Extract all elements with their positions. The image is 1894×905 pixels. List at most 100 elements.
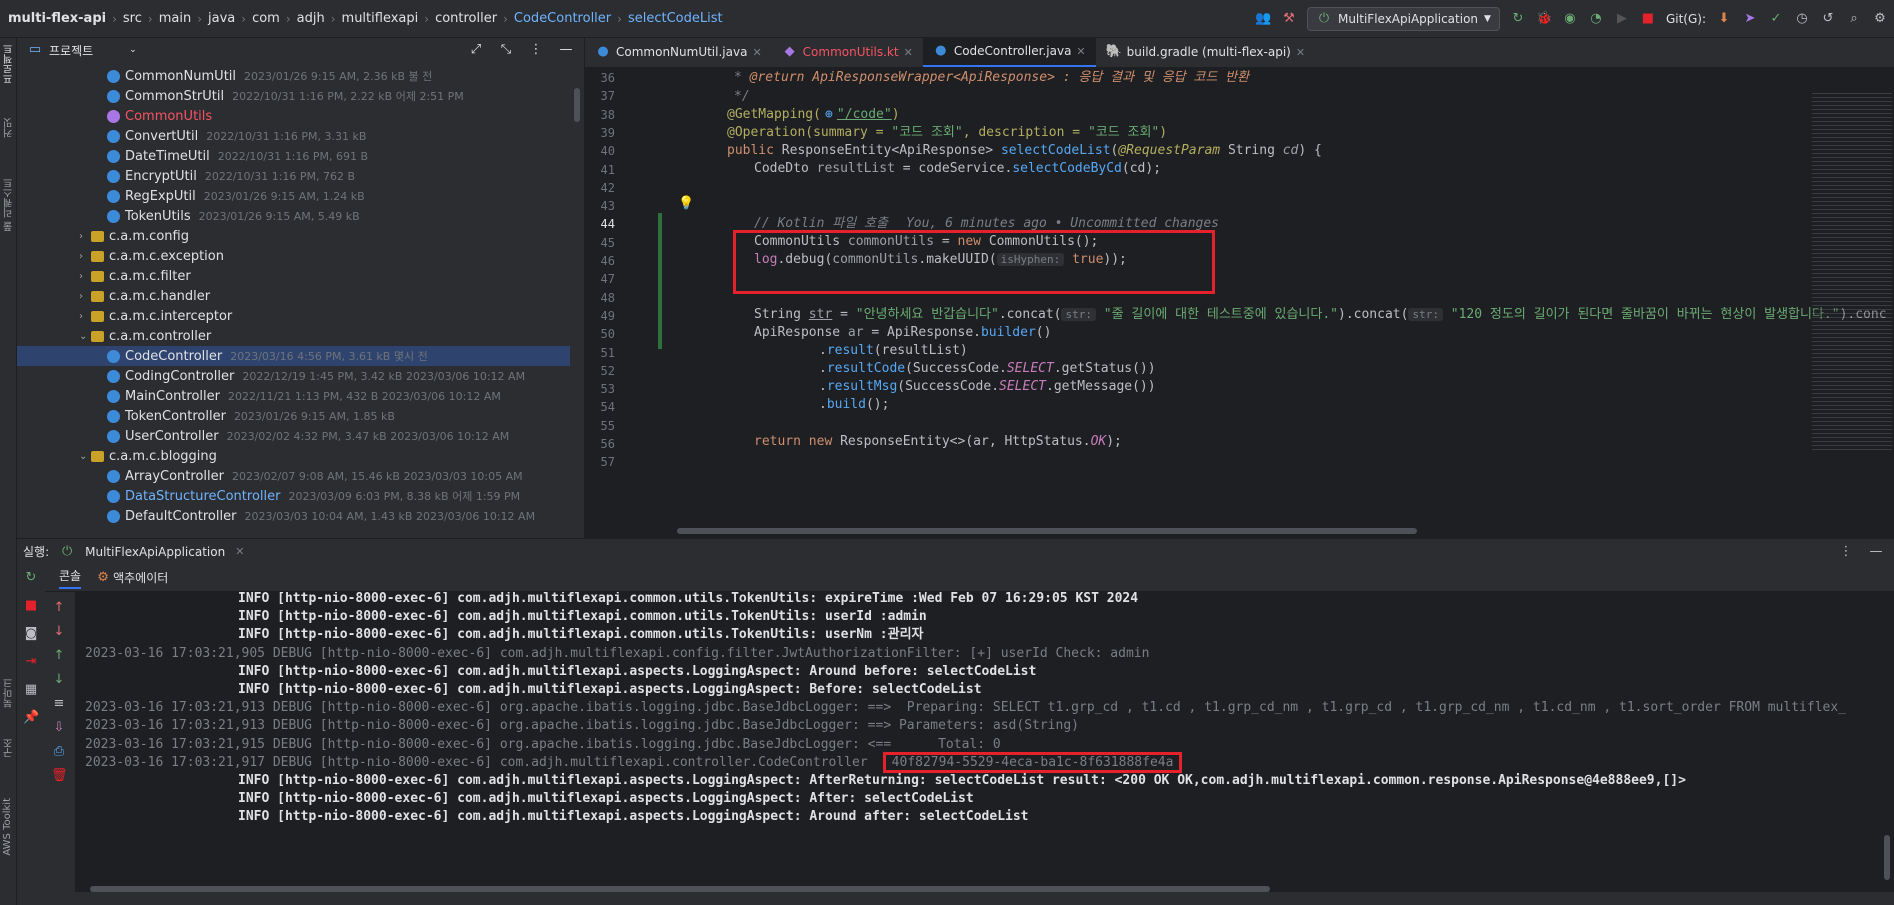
tree-item[interactable]: › c.a.m.c.handler (17, 286, 570, 306)
tree-item[interactable]: CodingController 2022/12/19 1:45 PM, 3.42… (17, 366, 570, 386)
stop-icon[interactable]: ■ (23, 598, 39, 614)
tree-item[interactable]: ⌄ c.a.m.controller (17, 326, 570, 346)
down-arrow-icon[interactable]: ↓ (51, 624, 67, 640)
console-tab[interactable]: 콘솔 (59, 567, 82, 589)
tree-item[interactable]: UserController 2023/02/02 4:32 PM, 3.47 k… (17, 426, 570, 446)
git-commit-icon[interactable]: ✓ (1768, 11, 1784, 27)
tree-item[interactable]: ArrayController 2023/02/07 9:08 AM, 15.46… (17, 466, 570, 486)
chevron-down-icon[interactable]: ⌄ (79, 331, 91, 342)
tree-item[interactable]: MainController 2022/11/21 1:13 PM, 432 B … (17, 386, 570, 406)
more-options-icon[interactable]: ⋮ (528, 42, 544, 58)
trash-icon[interactable]: 🗑 (51, 768, 68, 784)
expand-all-icon[interactable]: ⤢ (468, 42, 484, 58)
chevron-right-icon[interactable]: › (79, 291, 91, 302)
breadcrumb-item[interactable]: src (123, 11, 142, 26)
close-tab-icon[interactable]: ✕ (904, 46, 913, 59)
tree-item[interactable]: CommonStrUtil 2022/10/31 1:16 PM, 2.22 kB… (17, 86, 570, 106)
console-output[interactable]: INFO [http-nio-8000-exec-6] com.adjh.mul… (75, 592, 1878, 892)
tree-item[interactable]: DefaultController 2023/03/03 10:04 AM, 1.… (17, 506, 570, 526)
minimize-icon[interactable]: — (558, 42, 574, 58)
run-configuration-select[interactable]: ⏻ MultiFlexApiApplication ▼ (1306, 7, 1500, 31)
history-icon[interactable]: ◷ (1794, 11, 1810, 27)
tree-item[interactable]: CodeController 2023/03/16 4:56 PM, 3.61 k… (17, 346, 570, 366)
commit-tool-button[interactable]: 커밋 (2, 118, 17, 138)
settings-icon[interactable]: ⚙ (1872, 11, 1888, 27)
chevron-down-icon[interactable]: ⌄ (129, 45, 137, 55)
close-icon[interactable]: ✕ (235, 545, 244, 558)
project-panel-title[interactable]: 프로젝트 (49, 42, 93, 59)
tree-item[interactable]: › c.a.m.c.interceptor (17, 306, 570, 326)
chevron-right-icon[interactable]: › (79, 231, 91, 242)
minimize-icon[interactable]: — (1868, 544, 1884, 560)
run-tab-application[interactable]: MultiFlexApiApplication (85, 545, 225, 559)
tree-item[interactable]: › c.a.m.config (17, 226, 570, 246)
breadcrumb-item[interactable]: java (208, 11, 235, 26)
scroll-to-end-icon[interactable]: ⇩ (51, 720, 67, 736)
coverage-icon[interactable]: ◉ (1562, 11, 1578, 27)
layout-icon[interactable]: ▦ (23, 682, 39, 698)
tree-item[interactable]: ⌄ c.a.m.c.blogging (17, 446, 570, 466)
lightbulb-icon[interactable]: 💡 (678, 196, 694, 212)
hammer-icon[interactable]: ⚒ (1281, 11, 1297, 27)
tree-item[interactable]: RegExpUtil 2023/01/26 9:15 AM, 1.24 kB (17, 186, 570, 206)
up-arrow-icon[interactable]: ↑ (51, 600, 67, 616)
breadcrumb-item[interactable]: adjh (297, 11, 325, 26)
editor-tab[interactable]: ● CommonNumUtil.java ✕ (585, 38, 772, 67)
editor-tab[interactable]: ● CodeController.java ✕ (922, 38, 1096, 67)
editor-tab[interactable]: 🐘 build.gradle (multi-flex-api) ✕ (1096, 38, 1315, 67)
actuator-tab[interactable]: 액추에이터 (113, 569, 168, 586)
structure-tool-button[interactable]: 구조 (2, 738, 17, 758)
search-icon[interactable]: ⌕ (1846, 11, 1862, 27)
breadcrumb-item[interactable]: multi-flex-api (8, 11, 106, 26)
console-vertical-scrollbar[interactable] (1884, 835, 1890, 880)
rerun-icon[interactable]: ↻ (23, 570, 39, 586)
breadcrumb-item[interactable]: controller (435, 11, 497, 26)
users-icon[interactable]: 👥 (1255, 11, 1271, 27)
stop-icon[interactable]: ■ (1640, 11, 1656, 27)
chevron-down-icon[interactable]: ⌄ (79, 451, 91, 462)
breadcrumb-item[interactable]: main (159, 11, 191, 26)
profile-icon[interactable]: ◔ (1588, 11, 1604, 27)
close-tab-icon[interactable]: ✕ (1296, 46, 1305, 59)
breadcrumb-item[interactable]: CodeController (514, 11, 611, 26)
up-stack-icon[interactable]: ↑ (51, 648, 67, 664)
pin-icon[interactable]: 📌 (23, 710, 39, 726)
tree-item[interactable]: TokenUtils 2023/01/26 9:15 AM, 5.49 kB (17, 206, 570, 226)
aws-toolkit-tool-button[interactable]: AWS Toolkit (2, 798, 13, 856)
collapse-all-icon[interactable]: ⤡ (498, 42, 514, 58)
breadcrumb-item[interactable]: selectCodeList (628, 11, 723, 26)
tree-item[interactable]: CommonUtils (17, 106, 570, 126)
tree-item[interactable]: CommonNumUtil 2023/01/26 9:15 AM, 2.36 kB… (17, 66, 570, 86)
camera-icon[interactable]: ◙ (23, 626, 39, 642)
print-icon[interactable]: ⎙ (51, 744, 67, 760)
breadcrumb-item[interactable]: multiflexapi (342, 11, 419, 26)
exit-icon[interactable]: ⇥ (23, 654, 39, 670)
editor-horizontal-scrollbar[interactable] (677, 528, 1417, 534)
more-options-icon[interactable]: ⋮ (1838, 544, 1854, 560)
chevron-right-icon[interactable]: › (79, 311, 91, 322)
chevron-right-icon[interactable]: › (79, 251, 91, 262)
tree-item[interactable]: › c.a.m.c.exception (17, 246, 570, 266)
rollback-icon[interactable]: ↺ (1820, 11, 1836, 27)
editor-tab[interactable]: ◆ CommonUtils.kt ✕ (772, 38, 923, 67)
tree-item[interactable]: ConvertUtil 2022/10/31 1:16 PM, 3.31 kB (17, 126, 570, 146)
debug-icon[interactable]: 🐞 (1536, 11, 1552, 27)
project-tool-button[interactable]: 프로젝트 (2, 44, 17, 84)
inspection-widget[interactable]: ⚠ 15 (1742, 68, 1774, 69)
tree-item[interactable]: EncryptUtil 2022/10/31 1:16 PM, 762 B (17, 166, 570, 186)
code-editor[interactable]: 36 37 38 39 40 41 42 43 44 45 46 47 48 49 50 51 52 53 54 55… (585, 68, 1894, 538)
close-tab-icon[interactable]: ✕ (752, 46, 761, 59)
run-icon[interactable]: ▶ (1614, 11, 1630, 27)
chevron-right-icon[interactable]: › (79, 271, 91, 282)
tree-item[interactable]: TokenController 2023/01/26 9:15 AM, 1.85 … (17, 406, 570, 426)
tree-item[interactable]: DataStructureController 2023/03/09 6:03 P… (17, 486, 570, 506)
tree-item[interactable]: DateTimeUtil 2022/10/31 1:16 PM, 691 B (17, 146, 570, 166)
git-update-icon[interactable]: ⬇ (1716, 11, 1732, 27)
bookmarks-tool-button[interactable]: 북마크 (2, 678, 17, 708)
breadcrumb-item[interactable]: com (252, 11, 280, 26)
soft-wrap-icon[interactable]: ≡ (51, 696, 67, 712)
down-stack-icon[interactable]: ↓ (51, 672, 67, 688)
close-tab-icon[interactable]: ✕ (1076, 45, 1085, 58)
rerun-icon[interactable]: ↻ (1510, 11, 1526, 27)
pull-requests-tool-button[interactable]: 풀 리퀘스트 (2, 178, 17, 231)
